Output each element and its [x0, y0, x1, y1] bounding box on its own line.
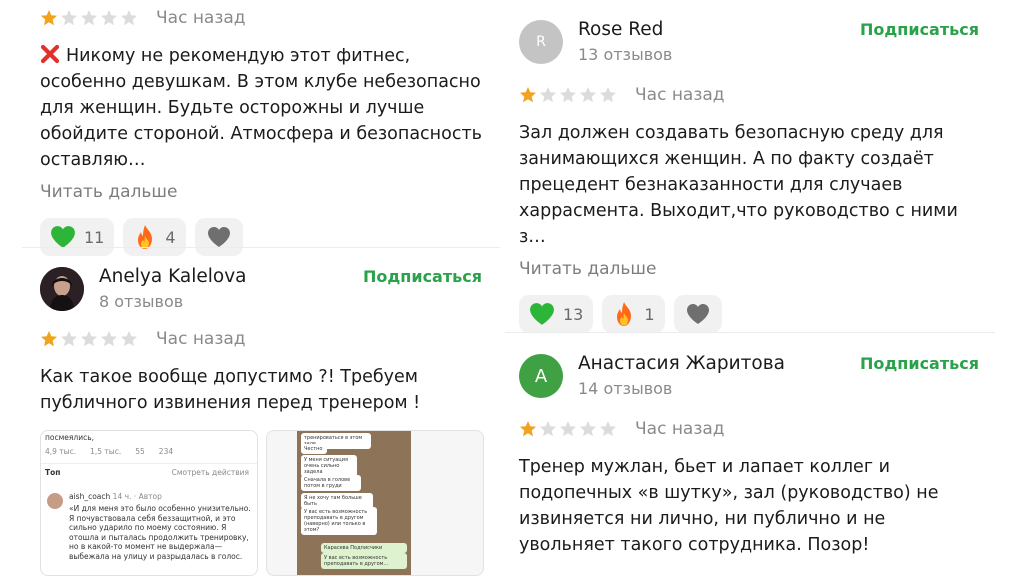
- review-text: Тренер мужлан, бьет и лапает коллег и по…: [519, 457, 939, 555]
- read-more-link[interactable]: Читать дальше: [40, 182, 482, 202]
- like-count: 11: [84, 227, 105, 247]
- review-time: Час назад: [635, 419, 725, 439]
- star-rating: [40, 330, 138, 348]
- like-reaction-button[interactable]: 11: [40, 218, 115, 256]
- star-empty-icon: [539, 420, 557, 438]
- star-rating: [519, 420, 617, 438]
- green-heart-icon: [50, 225, 76, 249]
- review-card: R Rose Red 13 отзывов Подписаться Час на…: [519, 18, 979, 333]
- stat-shares: 234: [158, 447, 174, 456]
- star-empty-icon: [60, 330, 78, 348]
- star-empty-icon: [579, 420, 597, 438]
- like-count: 13: [563, 304, 584, 324]
- star-empty-icon: [100, 9, 118, 27]
- post-stats: 4,9 тыс. 1,5 тыс. 55 234: [45, 447, 173, 457]
- star-empty-icon: [120, 330, 138, 348]
- fire-icon: [612, 301, 636, 327]
- author-name[interactable]: Anelya Kalelova: [99, 265, 363, 289]
- star-empty-icon: [579, 86, 597, 104]
- fire-reaction-button[interactable]: 1: [602, 295, 665, 333]
- like-reaction-button[interactable]: 13: [519, 295, 594, 333]
- heart-icon: [207, 226, 231, 248]
- stat-likes: 4,9 тыс.: [45, 447, 77, 456]
- author-info: Rose Red 13 отзывов: [578, 18, 860, 66]
- fire-count: 1: [644, 304, 655, 324]
- star-rating: [40, 9, 138, 27]
- reactions-bar: 13 1: [519, 295, 979, 333]
- review-time: Час назад: [156, 8, 246, 28]
- rating-row: Час назад: [519, 82, 979, 108]
- review-card: Anelya Kalelova 8 отзывов Подписаться Ча…: [40, 265, 482, 416]
- author-name[interactable]: Rose Red: [578, 18, 860, 42]
- star-filled-icon: [40, 330, 58, 348]
- review-text: Как такое вообще допустимо ?! Требуем пу…: [40, 367, 421, 413]
- star-empty-icon: [559, 420, 577, 438]
- subscribe-button[interactable]: Подписаться: [860, 354, 979, 373]
- star-empty-icon: [539, 86, 557, 104]
- author-review-count: 13 отзывов: [578, 45, 673, 64]
- subscribe-button[interactable]: Подписаться: [860, 20, 979, 39]
- review-card: А Анастасия Жаритова 14 отзывов Подписат…: [519, 352, 979, 558]
- add-reaction-button[interactable]: [673, 295, 722, 333]
- reactions-bar: 11 4: [40, 218, 482, 256]
- star-empty-icon: [559, 86, 577, 104]
- cross-mark-icon: [40, 44, 60, 64]
- review-text: Зал должен создавать безопасную среду дл…: [519, 123, 958, 247]
- author-info: Анастасия Жаритова 14 отзывов: [578, 352, 860, 400]
- green-heart-icon: [529, 302, 555, 326]
- review-author: Anelya Kalelova 8 отзывов Подписаться: [40, 265, 482, 313]
- author-review-count: 14 отзывов: [578, 379, 673, 398]
- photo-thumbnail[interactable]: тренироваться в этом зале Честно У меня …: [266, 430, 484, 576]
- star-filled-icon: [519, 86, 537, 104]
- heart-icon: [686, 303, 710, 325]
- author-review-count: 8 отзывов: [99, 292, 184, 311]
- fire-count: 4: [165, 227, 176, 247]
- add-reaction-button[interactable]: [194, 218, 243, 256]
- review-author: А Анастасия Жаритова 14 отзывов Подписат…: [519, 352, 979, 400]
- review-author: R Rose Red 13 отзывов Подписаться: [519, 18, 979, 66]
- review-time: Час назад: [156, 329, 246, 349]
- rating-row: Час назад: [40, 326, 482, 352]
- star-filled-icon: [519, 420, 537, 438]
- review-time: Час назад: [635, 85, 725, 105]
- star-empty-icon: [120, 9, 138, 27]
- star-empty-icon: [60, 9, 78, 27]
- divider: [22, 247, 500, 248]
- avatar[interactable]: R: [519, 20, 563, 64]
- star-empty-icon: [100, 330, 118, 348]
- rating-row: Час назад: [40, 5, 482, 31]
- fire-reaction-button[interactable]: 4: [123, 218, 186, 256]
- avatar[interactable]: [40, 267, 84, 311]
- avatar[interactable]: А: [519, 354, 563, 398]
- review-text-body: Никому не рекомендую этот фитнес, особен…: [40, 46, 482, 170]
- subscribe-button[interactable]: Подписаться: [363, 267, 482, 286]
- stat-comments: 1,5 тыс.: [90, 447, 122, 456]
- star-empty-icon: [80, 9, 98, 27]
- rating-row: Час назад: [519, 416, 979, 442]
- star-empty-icon: [599, 86, 617, 104]
- divider: [505, 332, 995, 333]
- star-empty-icon: [80, 330, 98, 348]
- author-name[interactable]: Анастасия Жаритова: [578, 352, 860, 376]
- star-rating: [519, 86, 617, 104]
- chat-screenshot: тренироваться в этом зале Честно У меня …: [297, 431, 411, 575]
- review-photos: посмеялись, 4,9 тыс. 1,5 тыс. 55 234 Топ…: [40, 430, 484, 576]
- star-filled-icon: [40, 9, 58, 27]
- review-text: Никому не рекомендую этот фитнес, особен…: [40, 43, 482, 173]
- stat-reposts: 55: [135, 447, 145, 456]
- star-empty-icon: [599, 420, 617, 438]
- photo-thumbnail[interactable]: посмеялись, 4,9 тыс. 1,5 тыс. 55 234 Топ…: [40, 430, 258, 576]
- review-card: Час назад Никому не рекомендую этот фитн…: [40, 5, 482, 256]
- author-info: Anelya Kalelova 8 отзывов: [99, 265, 363, 313]
- read-more-link[interactable]: Читать дальше: [519, 259, 979, 279]
- avatar: [47, 493, 63, 509]
